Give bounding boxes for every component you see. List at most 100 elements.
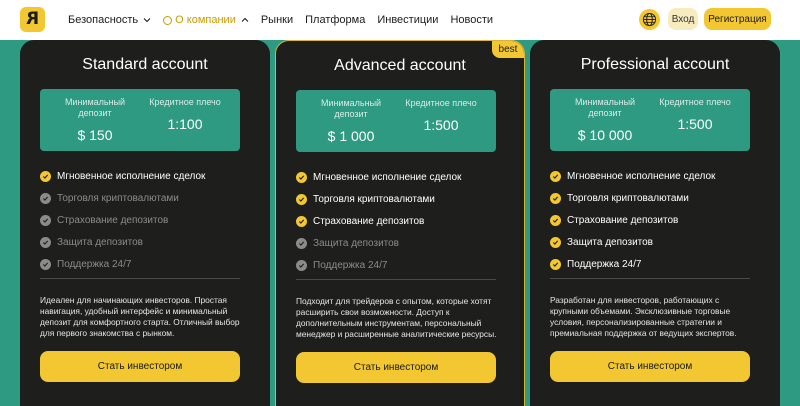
- stat-value: 1:500: [423, 117, 459, 133]
- check-icon: [550, 192, 561, 204]
- plan-title: Standard account: [82, 56, 208, 73]
- divider: [40, 278, 240, 279]
- chevron-down-icon: [143, 16, 151, 24]
- feature-item: Торговля криптовалютами: [550, 187, 760, 209]
- stat-label: Кредитное плечо: [405, 98, 477, 108]
- feature-item: Мгновенное исполнение сделок: [550, 165, 760, 187]
- feature-item: Поддержка 24/7: [550, 253, 760, 275]
- feature-label: Страхование депозитов: [567, 214, 679, 226]
- check-icon: [550, 214, 561, 226]
- stat-min-deposit: Минимальный депозит $ 150: [50, 97, 140, 143]
- stat-value: 1:100: [167, 116, 203, 132]
- stat-label: Минимальный депозит: [574, 97, 636, 118]
- stat-value: 1:500: [677, 116, 713, 132]
- feature-item: Мгновенное исполнение сделок: [40, 165, 250, 187]
- check-icon: [296, 171, 307, 183]
- plan-card-advanced: best Advanced account Минимальный депози…: [275, 40, 525, 406]
- feature-label: Поддержка 24/7: [567, 258, 642, 270]
- feature-label: Страхование депозитов: [313, 215, 425, 227]
- feature-item: Защита депозитов: [296, 232, 506, 254]
- feature-label: Страхование депозитов: [57, 214, 169, 226]
- become-investor-button[interactable]: Стать инвестором: [296, 352, 496, 383]
- stat-value: $ 150: [77, 127, 113, 143]
- check-icon: [550, 236, 561, 248]
- plan-stats: Минимальный депозит $ 10 000 Кредитное п…: [550, 89, 750, 151]
- nav-label: О компании: [175, 14, 236, 26]
- nav-label: Рынки: [260, 14, 294, 26]
- feature-item: Страхование депозитов: [296, 210, 506, 232]
- plan-description: Подходит для трейдеров с опытом, которые…: [296, 296, 497, 339]
- check-icon: [40, 236, 51, 248]
- feature-label: Торговля криптовалютами: [313, 193, 435, 205]
- check-icon: [296, 193, 307, 205]
- stat-min-deposit: Минимальный депозит $ 1 000: [306, 98, 396, 144]
- feature-list: Мгновенное исполнение сделок Торговля кр…: [40, 165, 250, 275]
- stat-min-deposit: Минимальный депозит $ 10 000: [560, 97, 650, 143]
- stat-value: $ 1 000: [327, 128, 375, 144]
- plan-description: Идеален для начинающих инвесторов. Прост…: [40, 295, 240, 338]
- logo-mark-icon[interactable]: R: [20, 7, 45, 32]
- stat-leverage: Кредитное плечо 1:100: [140, 97, 230, 132]
- chevron-up-icon: [241, 16, 249, 24]
- check-icon: [296, 215, 307, 227]
- check-icon: [296, 237, 307, 249]
- become-investor-button[interactable]: Стать инвестором: [550, 351, 750, 382]
- divider: [296, 279, 496, 280]
- stat-leverage: Кредитное плечо 1:500: [650, 97, 740, 132]
- stat-label: Минимальный депозит: [64, 97, 126, 118]
- feature-label: Торговля криптовалютами: [57, 192, 179, 204]
- nav-item-about[interactable]: О компании: [163, 14, 249, 26]
- plan-description: Разработан для инвесторов, работающих с …: [550, 295, 737, 338]
- feature-item: Торговля криптовалютами: [40, 187, 250, 209]
- plan-title: Advanced account: [334, 57, 466, 74]
- feature-label: Защита депозитов: [313, 237, 399, 249]
- nav-label: Безопасность: [68, 14, 139, 26]
- plan-title: Professional account: [580, 56, 730, 73]
- plan-card-professional: Professional account Минимальный депозит…: [530, 40, 780, 406]
- feature-list: Мгновенное исполнение сделок Торговля кр…: [550, 165, 760, 275]
- register-button[interactable]: Регистрация: [704, 8, 771, 30]
- nav-item-investments[interactable]: Инвестиции: [377, 14, 438, 26]
- nav-item-platform[interactable]: Платформа: [305, 14, 365, 26]
- plan-stats: Минимальный депозит $ 1 000 Кредитное пл…: [296, 90, 496, 152]
- login-button[interactable]: Вход: [668, 8, 698, 30]
- become-investor-button[interactable]: Стать инвестором: [40, 351, 240, 382]
- feature-item: Защита депозитов: [40, 231, 250, 253]
- check-icon: [40, 214, 51, 226]
- nav-item-security[interactable]: Безопасность: [68, 14, 151, 26]
- main-nav: Безопасность О компании Рынки Платформа …: [68, 0, 505, 40]
- nav-label: Инвестиции: [377, 14, 439, 26]
- plan-stats: Минимальный депозит $ 150 Кредитное плеч…: [40, 89, 240, 151]
- nav-item-news[interactable]: Новости: [450, 14, 493, 26]
- feature-label: Мгновенное исполнение сделок: [567, 170, 716, 182]
- stat-leverage: Кредитное плечо 1:500: [396, 98, 486, 133]
- stat-value: $ 10 000: [577, 127, 633, 143]
- feature-item: Страхование депозитов: [40, 209, 250, 231]
- nav-label: Платформа: [305, 14, 366, 26]
- best-badge: best: [492, 41, 524, 58]
- divider: [550, 278, 750, 279]
- nav-item-markets[interactable]: Рынки: [261, 14, 293, 26]
- feature-label: Мгновенное исполнение сделок: [57, 170, 206, 182]
- feature-item: Мгновенное исполнение сделок: [296, 166, 506, 188]
- feature-item: Защита депозитов: [550, 231, 760, 253]
- stat-label: Кредитное плечо: [659, 97, 731, 107]
- feature-label: Мгновенное исполнение сделок: [313, 171, 462, 183]
- feature-label: Поддержка 24/7: [313, 259, 388, 271]
- feature-label: Торговля криптовалютами: [567, 192, 689, 204]
- check-icon: [550, 258, 561, 270]
- feature-item: Поддержка 24/7: [40, 253, 250, 275]
- feature-item: Страхование депозитов: [550, 209, 760, 231]
- check-icon: [40, 258, 51, 270]
- globe-icon[interactable]: [639, 9, 660, 30]
- feature-item: Поддержка 24/7: [296, 254, 506, 276]
- feature-list: Мгновенное исполнение сделок Торговля кр…: [296, 166, 506, 276]
- check-icon: [550, 170, 561, 182]
- stat-label: Минимальный депозит: [320, 98, 382, 119]
- top-navbar: R Безопасность О компании Рынки Платформ…: [0, 0, 800, 40]
- check-icon: [296, 259, 307, 271]
- feature-label: Поддержка 24/7: [57, 258, 132, 270]
- feature-label: Защита депозитов: [57, 236, 143, 248]
- check-icon: [40, 170, 51, 182]
- nav-label: Новости: [450, 14, 494, 26]
